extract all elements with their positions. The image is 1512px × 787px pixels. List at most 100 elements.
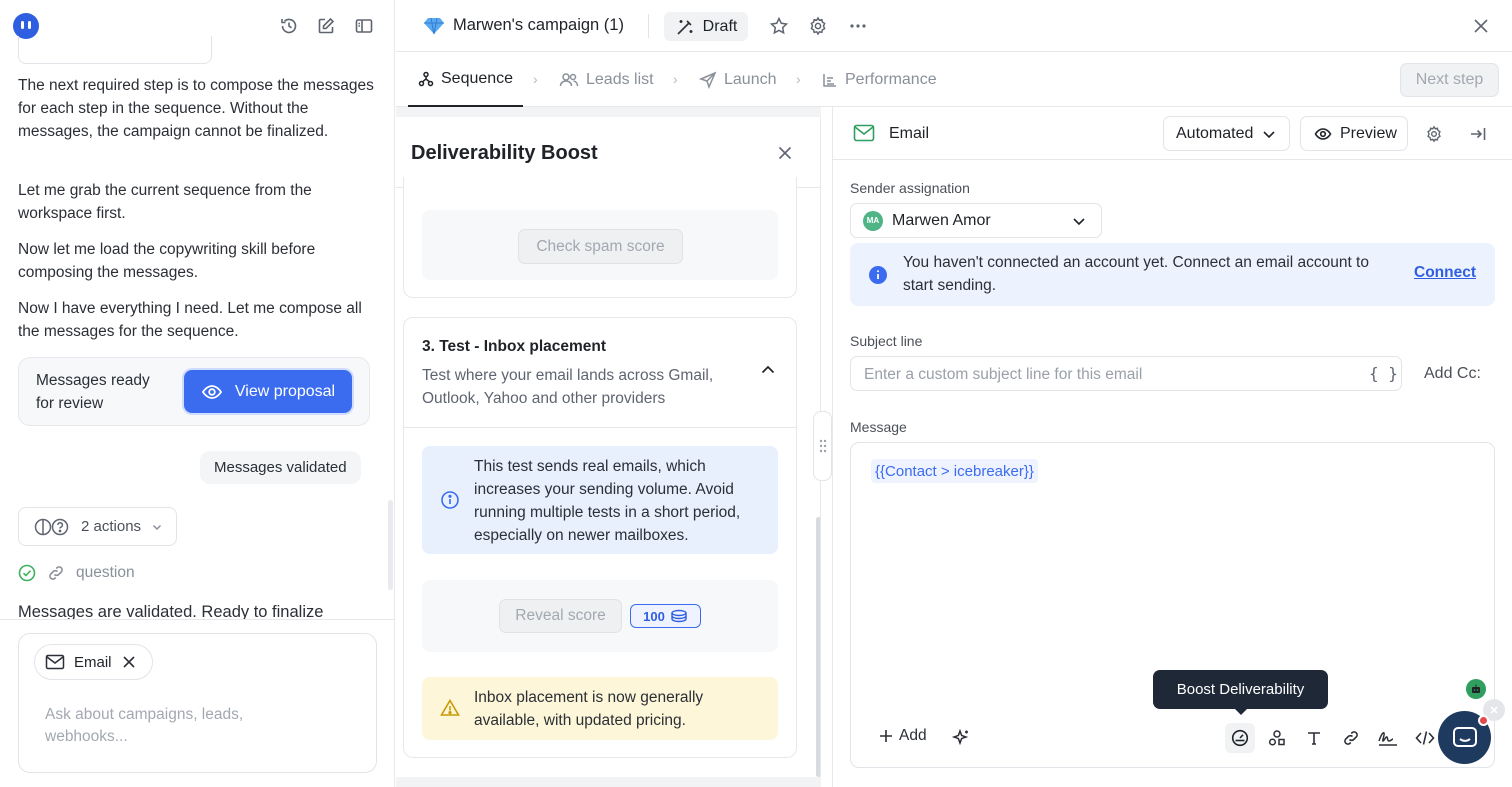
mode-dropdown[interactable]: Automated (1163, 116, 1290, 151)
sender-label: Sender assignation (850, 180, 970, 196)
info-icon (441, 491, 459, 509)
support-chat-icon[interactable] (1438, 711, 1491, 764)
shapes-icon[interactable] (1262, 723, 1292, 753)
chat-message: Now let me load the copywriting skill be… (18, 241, 316, 281)
avatar-initials: MA (866, 216, 880, 225)
chat-input[interactable]: Ask about campaigns, leads, webhooks... (45, 704, 285, 748)
user-message: Messages validated (200, 451, 361, 484)
magic-wand-icon (677, 19, 693, 35)
info-icon (869, 266, 887, 284)
link-icon[interactable] (1336, 723, 1366, 753)
warning-callout: Inbox placement is now generally availab… (422, 677, 778, 740)
chat-panel: The next required step is to compose the… (0, 0, 395, 787)
collapse-panel-icon[interactable] (1467, 123, 1489, 145)
send-icon (699, 71, 717, 89)
chevron-down-icon (153, 524, 162, 530)
chat-message: Now I have everything I need. Let me com… (18, 300, 362, 340)
sender-name: Marwen Amor (892, 211, 991, 229)
spam-section: Check spam score (403, 177, 797, 298)
scrolled-chip (18, 36, 212, 64)
proposal-card-text: Messages ready for review (36, 372, 150, 412)
chat-message: Let me grab the current sequence from th… (18, 182, 312, 222)
code-icon[interactable] (1410, 723, 1440, 753)
robot-icon[interactable] (1466, 679, 1486, 699)
boost-tooltip: Boost Deliverability (1153, 670, 1328, 709)
info-callout: This test sends real emails, which incre… (422, 446, 778, 554)
view-proposal-button[interactable]: View proposal (184, 370, 352, 413)
chat-message-clipped: Messages are validated. Ready to finaliz… (18, 600, 388, 620)
message-label: Message (850, 419, 907, 435)
history-icon[interactable] (278, 15, 300, 37)
chat-scrollbar[interactable] (388, 500, 393, 590)
tab-performance[interactable]: Performance (822, 52, 937, 107)
connect-link[interactable]: Connect (1414, 264, 1476, 282)
chevron-right-icon: › (796, 71, 801, 87)
check-spam-button[interactable]: Check spam score (518, 229, 683, 264)
tab-leads-list[interactable]: Leads list (559, 52, 654, 107)
inbox-placement-section: 3. Test - Inbox placement Test where you… (403, 317, 797, 758)
subject-input[interactable]: Enter a custom subject line for this ema… (850, 356, 1402, 391)
panel-scrollbar[interactable] (816, 517, 820, 777)
chevron-down-icon (1263, 130, 1275, 138)
reveal-score-button[interactable]: Reveal score (499, 599, 622, 633)
mail-icon (853, 124, 875, 142)
warning-text: Inbox placement is now generally availab… (474, 689, 704, 729)
gear-icon[interactable] (807, 15, 829, 37)
preview-button[interactable]: Preview (1300, 116, 1408, 151)
tooltip-arrow (1234, 708, 1248, 715)
resize-handle[interactable] (813, 411, 832, 481)
chat-message: Messages are validated. Ready to finaliz… (18, 603, 324, 620)
credit-badge: 100 (630, 604, 701, 628)
message-editor[interactable]: {{Contact > icebreaker}} Add (850, 442, 1495, 768)
tool-call-label: question (76, 564, 135, 581)
ai-sparkle-icon[interactable] (946, 723, 976, 753)
deliverability-card: Deliverability Boost Check spam score 3.… (396, 117, 821, 777)
chevron-up-icon[interactable] (758, 360, 778, 380)
more-icon[interactable] (847, 15, 869, 37)
text-format-icon[interactable] (1299, 723, 1329, 753)
tab-label: Sequence (441, 69, 514, 87)
gear-icon[interactable] (1423, 123, 1445, 145)
steps-nav: Sequence › Leads list › Launch › Perform… (396, 52, 1512, 107)
email-editor: Email Automated Preview Sender assignati… (832, 107, 1512, 787)
actions-toggle[interactable]: 2 actions (18, 507, 177, 546)
coins-icon (671, 609, 687, 623)
check-circle-icon (18, 564, 36, 582)
close-icon[interactable] (1470, 15, 1492, 37)
subject-placeholder: Enter a custom subject line for this ema… (864, 366, 1143, 383)
boost-deliverability-icon[interactable] (1225, 723, 1255, 753)
drag-grip-icon (819, 439, 826, 453)
section-divider (404, 427, 796, 428)
add-label: Add (899, 727, 927, 744)
email-title: Email (889, 125, 930, 142)
chevron-down-icon (1073, 218, 1085, 226)
sidebar-toggle-icon[interactable] (353, 15, 375, 37)
sequence-icon (418, 71, 434, 86)
variable-chip[interactable]: {{Contact > icebreaker}} (871, 459, 1038, 483)
sender-dropdown[interactable]: MA Marwen Amor (850, 203, 1102, 238)
context-chip-email[interactable]: Email (34, 644, 153, 680)
notification-dot (1478, 715, 1489, 726)
section-description: Test where your email lands across Gmail… (422, 367, 714, 407)
new-chat-icon[interactable] (315, 15, 337, 37)
next-step-button[interactable]: Next step (1400, 63, 1499, 97)
campaign-title[interactable]: Marwen's campaign (1) (453, 16, 624, 35)
connect-alert: You haven't connected an account yet. Co… (850, 243, 1495, 306)
variable-braces-icon[interactable]: { } (1369, 364, 1398, 383)
close-icon[interactable] (774, 142, 796, 164)
signature-icon[interactable] (1373, 723, 1403, 753)
add-button[interactable]: Add (879, 727, 927, 745)
close-icon[interactable] (121, 654, 137, 670)
tab-label: Performance (845, 70, 937, 88)
deliverability-panel: Deliverability Boost Check spam score 3.… (396, 107, 821, 787)
star-icon[interactable] (768, 15, 790, 37)
status-badge[interactable]: Draft (664, 12, 748, 41)
status-label: Draft (702, 17, 738, 35)
chevron-right-icon: › (533, 71, 538, 87)
add-cc-button[interactable]: Add Cc: (1424, 365, 1481, 383)
eye-icon (1314, 127, 1332, 140)
chevron-right-icon: › (673, 71, 678, 87)
tab-launch[interactable]: Launch (699, 52, 777, 107)
tab-sequence[interactable]: Sequence (408, 52, 524, 107)
chat-composer[interactable]: Email Ask about campaigns, leads, webhoo… (18, 633, 377, 773)
